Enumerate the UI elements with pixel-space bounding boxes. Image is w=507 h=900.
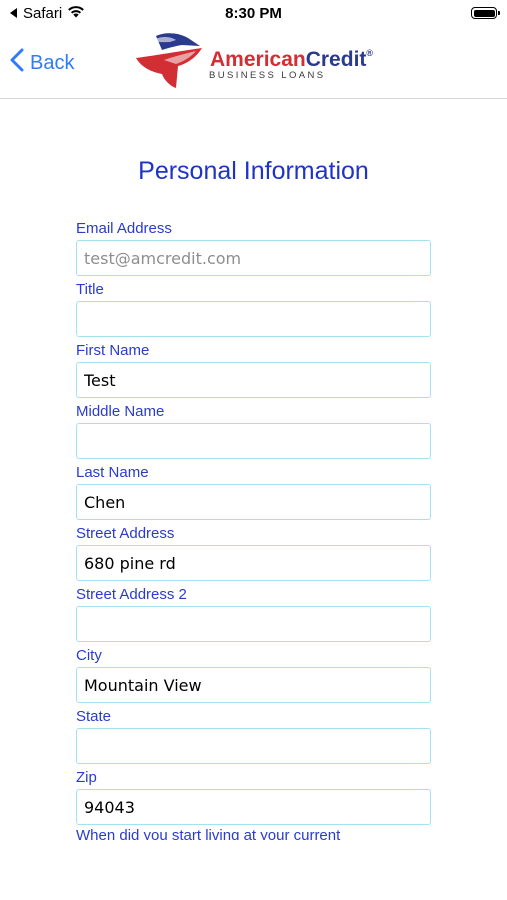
zip-field[interactable] — [76, 789, 431, 825]
navigation-bar: Back AmericanCredit® BUSINESS LOANS — [0, 28, 507, 99]
middle-name-field[interactable] — [76, 423, 431, 459]
back-button[interactable]: Back — [10, 48, 74, 78]
city-label: City — [76, 647, 102, 664]
brand-name: AmericanCredit® — [210, 48, 374, 71]
chevron-left-icon — [10, 48, 24, 78]
last-name-field[interactable] — [76, 484, 431, 520]
street-address-label: Street Address — [76, 525, 175, 542]
last-name-label: Last Name — [76, 464, 149, 481]
email-field[interactable] — [76, 240, 431, 276]
american-credit-logo: AmericanCredit® BUSINESS LOANS — [130, 30, 380, 94]
brand-tagline: BUSINESS LOANS — [209, 70, 326, 81]
status-time: 8:30 PM — [225, 5, 282, 22]
email-label: Email Address — [76, 220, 172, 237]
residence-start-label: When did you start living at your curren… — [76, 828, 341, 840]
status-bar: Safari 8:30 PM — [0, 0, 507, 28]
title-label: Title — [76, 281, 104, 298]
street-address-2-field[interactable] — [76, 606, 431, 642]
first-name-label: First Name — [76, 342, 150, 359]
eagle-swoosh-icon — [136, 33, 202, 88]
middle-name-label: Middle Name — [76, 403, 165, 420]
city-field[interactable] — [76, 667, 431, 703]
zip-label: Zip — [76, 769, 97, 786]
battery-icon — [471, 7, 500, 19]
first-name-field[interactable] — [76, 362, 431, 398]
state-field[interactable] — [76, 728, 431, 764]
street-address-field[interactable] — [76, 545, 431, 581]
back-label: Back — [30, 51, 75, 74]
street-address-2-label: Street Address 2 — [76, 586, 187, 603]
personal-info-form: Email Address Title First Name Middle Na… — [76, 219, 431, 829]
page-title: Personal Information — [138, 157, 369, 185]
state-label: State — [76, 708, 112, 725]
title-field[interactable] — [76, 301, 431, 337]
